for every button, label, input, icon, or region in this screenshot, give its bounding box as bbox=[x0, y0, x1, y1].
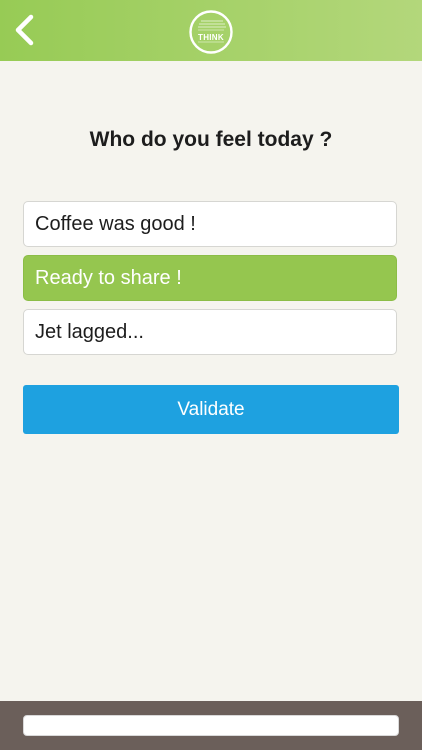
logo-emblem bbox=[189, 10, 233, 54]
validate-button[interactable]: Validate bbox=[23, 385, 399, 434]
think-logo: THINK bbox=[188, 9, 234, 55]
chevron-left-icon bbox=[15, 14, 34, 46]
question-title: Who do you feel today ? bbox=[89, 128, 333, 151]
option-ready-to-share[interactable]: Ready to share ! bbox=[23, 255, 397, 301]
back-button[interactable] bbox=[6, 10, 42, 50]
footer-bar bbox=[0, 701, 422, 750]
logo-wordmark: THINK bbox=[198, 33, 224, 42]
app-header: THINK bbox=[0, 0, 422, 61]
option-coffee-was-good[interactable]: Coffee was good ! bbox=[23, 201, 397, 247]
footer-input[interactable] bbox=[23, 715, 399, 736]
option-jet-lagged[interactable]: Jet lagged... bbox=[23, 309, 397, 355]
